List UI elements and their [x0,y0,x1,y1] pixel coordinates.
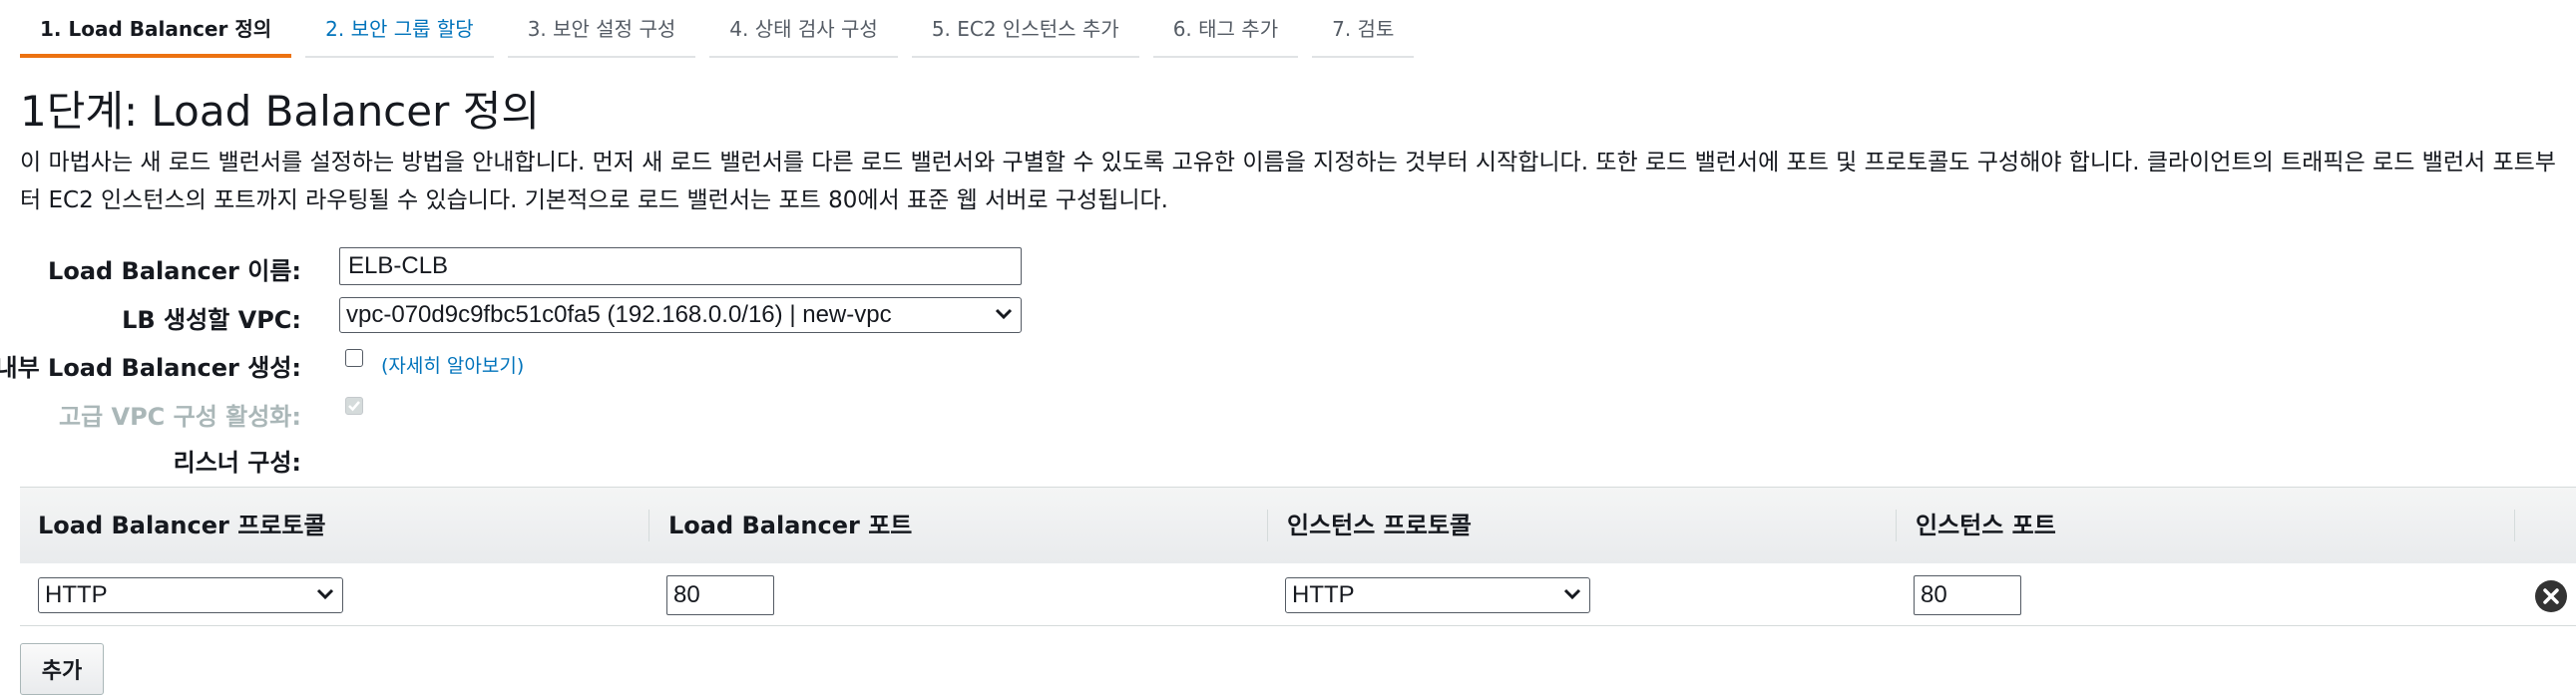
advanced-vpc-label: 고급 VPC 구성 활성화: [58,403,301,431]
advanced-vpc-checkbox [345,397,363,415]
load-balancer-name-input[interactable] [339,247,1022,285]
listener-table-header: Load Balancer 프로토콜 Load Balancer 포트 인스턴스… [20,487,2576,564]
tab-step-5[interactable]: 5. EC2 인스턴스 추가 [911,0,1139,58]
internal-lb-checkbox[interactable] [345,349,363,367]
column-divider [1896,510,1897,541]
column-divider [648,510,649,541]
instance-protocol-select[interactable]: HTTP [1285,577,1590,613]
remove-listener-button[interactable] [2535,580,2567,612]
vpc-label: LB 생성할 VPC: [122,306,301,334]
tab-step-6[interactable]: 6. 태그 추가 [1152,0,1299,58]
tab-step-2[interactable]: 2. 보안 그룹 할당 [305,0,494,58]
chevron-down-icon [995,308,1013,320]
wizard-steps: 1. Load Balancer 정의 2. 보안 그룹 할당 3. 보안 설정… [20,0,1428,58]
header-lb-protocol: Load Balancer 프로토콜 [38,512,326,539]
learn-more-link[interactable]: (자세히 알아보기) [381,351,524,378]
column-divider [1267,510,1268,541]
internal-lb-label: 내부 Load Balancer 생성: [0,354,301,382]
lb-port-input[interactable]: 80 [666,575,774,615]
instance-protocol-value: HTTP [1292,581,1355,608]
column-divider [2514,510,2515,541]
name-label: Load Balancer 이름: [48,257,301,285]
tab-step-7[interactable]: 7. 검토 [1312,0,1415,58]
header-instance-protocol: 인스턴스 프로토콜 [1287,512,1472,539]
vpc-select[interactable]: vpc-070d9c9fbc51c0fa5 (192.168.0.0/16) |… [339,297,1022,333]
check-icon [348,401,360,412]
tab-step-3[interactable]: 3. 보안 설정 구성 [507,0,696,58]
header-instance-port: 인스턴스 포트 [1916,512,2056,539]
chevron-down-icon [316,588,334,600]
vpc-select-value: vpc-070d9c9fbc51c0fa5 (192.168.0.0/16) |… [346,301,892,328]
close-icon [2543,588,2559,604]
add-listener-button[interactable]: 추가 [20,643,104,695]
lb-protocol-select[interactable]: HTTP [38,577,343,613]
instance-port-input[interactable]: 80 [1914,575,2021,615]
listener-config-label: 리스너 구성: [173,449,301,477]
page-description: 이 마법사는 새 로드 밸런서를 설정하는 방법을 안내합니다. 먼저 새 로드… [20,150,2556,213]
header-lb-port: Load Balancer 포트 [668,512,913,539]
page-title: 1단계: Load Balancer 정의 [20,87,541,136]
listener-row: HTTP 80 HTTP 80 [20,563,2576,626]
tab-step-4[interactable]: 4. 상태 검사 구성 [709,0,898,58]
tab-step-1[interactable]: 1. Load Balancer 정의 [20,0,292,58]
lb-protocol-value: HTTP [45,581,108,608]
chevron-down-icon [1563,588,1581,600]
